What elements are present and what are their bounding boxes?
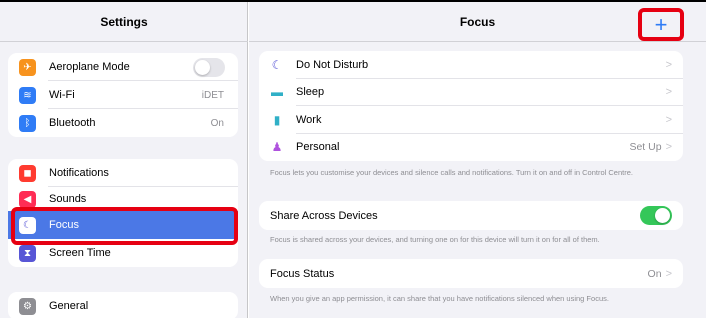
aeroplane-mode-toggle[interactable] [193,57,225,77]
focus-highlight-box [11,207,238,245]
sidebar-item-label: Aeroplane Mode [49,61,130,73]
focus-pane: Focus + ☾ Do Not Disturb > ▬ Sleep > ▮ W… [249,2,706,318]
sidebar-item-label: Wi-Fi [49,89,75,101]
chevron-right-icon: > [665,86,672,99]
focus-status-row[interactable]: Focus Status On > [259,259,683,288]
sidebar-group-connectivity: ✈ Aeroplane Mode ≋ Wi-Fi iDET ᛒ Bluetoot… [8,53,238,137]
wifi-icon: ≋ [19,86,36,104]
share-across-devices-group: Share Across Devices [259,201,683,230]
focus-modes-footnote: Focus lets you customise your devices an… [270,168,633,177]
focus-status-label: Focus Status [270,267,335,280]
chevron-right-icon: > [665,58,672,71]
focus-mode-sleep[interactable]: ▬ Sleep > [259,79,683,107]
sidebar-item-bluetooth[interactable]: ᛒ Bluetooth On [8,109,238,137]
focus-modes-list: ☾ Do Not Disturb > ▬ Sleep > ▮ Work > ♟ … [259,51,683,161]
bluetooth-value: On [210,117,224,129]
settings-sidebar: Settings ✈ Aeroplane Mode ≋ Wi-Fi iDET ᛒ… [0,2,248,318]
focus-mode-label: Do Not Disturb [296,58,369,71]
badge-icon: ▮ [273,112,281,127]
sidebar-item-wifi[interactable]: ≋ Wi-Fi iDET [8,81,238,109]
notifications-icon: ◼ [19,164,36,182]
hourglass-icon: ⧗ [19,244,36,262]
bluetooth-icon: ᛒ [19,114,36,132]
sidebar-item-label: Bluetooth [49,117,96,129]
moon-icon: ☾ [271,57,283,72]
chevron-right-icon: > [665,141,672,154]
add-focus-button[interactable]: + [638,8,684,41]
focus-status-value: On [647,267,662,280]
sidebar-item-aeroplane-mode[interactable]: ✈ Aeroplane Mode [8,53,238,81]
gear-icon: ⚙ [19,297,36,315]
focus-mode-label: Personal [296,141,340,154]
wifi-network-value: iDET [201,89,224,101]
sidebar-item-label: Notifications [49,167,109,179]
focus-status-footnote: When you give an app permission, it can … [270,294,609,303]
focus-mode-label: Work [296,113,322,126]
plus-icon: + [654,11,668,37]
share-footnote: Focus is shared across your devices, and… [270,235,600,244]
bed-icon: ▬ [271,85,283,100]
focus-mode-personal[interactable]: ♟ Personal Set Up > [259,134,683,162]
sidebar-group-general: ⚙ General [8,292,238,318]
focus-mode-do-not-disturb[interactable]: ☾ Do Not Disturb > [259,51,683,79]
sidebar-item-notifications[interactable]: ◼ Notifications [8,159,238,187]
sidebar-item-label: Sounds [49,193,87,205]
focus-mode-work[interactable]: ▮ Work > [259,106,683,134]
sidebar-title: Settings [0,2,248,42]
focus-status-group: Focus Status On > [259,259,683,288]
personal-setup-value: Set Up [629,141,662,154]
person-icon: ♟ [271,140,283,155]
sidebar-item-general[interactable]: ⚙ General [8,292,238,318]
chevron-right-icon: > [665,113,672,126]
sidebar-item-label: General [49,300,89,312]
sidebar-item-label: Screen Time [49,247,111,259]
share-across-devices-row: Share Across Devices [259,201,683,230]
chevron-right-icon: > [665,267,672,280]
share-across-devices-label: Share Across Devices [270,209,378,222]
share-across-devices-toggle[interactable] [640,206,672,225]
airplane-icon: ✈ [19,58,36,76]
sounds-icon: ◀ [19,190,36,208]
focus-mode-label: Sleep [296,86,325,99]
